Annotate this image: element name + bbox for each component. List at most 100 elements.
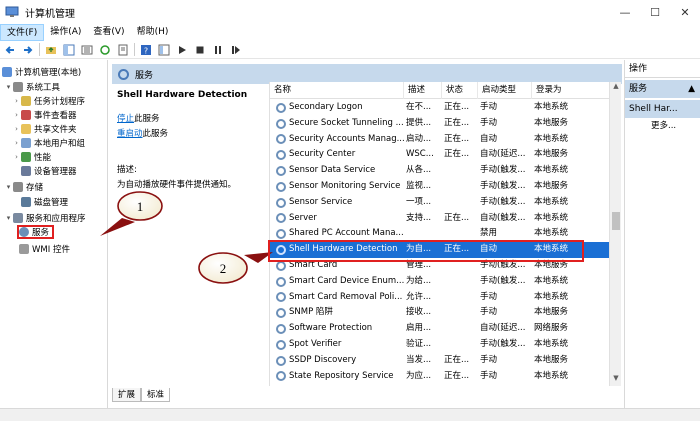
column-headers: 名称 描述 状态 启动类型 登录为	[270, 82, 609, 99]
tree-label: 性能	[34, 153, 52, 163]
table-row[interactable]: Sensor Monitoring Service 监视... 手动(触发... 本地…	[270, 179, 609, 195]
cell-name: Secure Socket Tunneling ...	[270, 116, 404, 132]
cell-startup: 手动	[480, 102, 498, 112]
list-view-icon[interactable]	[80, 43, 94, 57]
close-button[interactable]: ✕	[670, 0, 700, 24]
vertical-scrollbar[interactable]: ▲ ▼	[609, 82, 621, 386]
cell-startup: 手动(触发...	[480, 275, 526, 286]
actions-section-selected[interactable]: Shell Har...	[625, 100, 700, 118]
table-row[interactable]: Smart Card Device Enum... 为给... 手动(触发... 本地…	[270, 274, 609, 290]
more-actions-label: 更多...	[651, 121, 677, 131]
back-arrow-icon[interactable]	[3, 43, 17, 57]
table-row[interactable]: Secondary Logon 在不... 正在... 手动 本地系统	[270, 100, 609, 116]
table-row[interactable]: SNMP 陷阱 接收... 手动 本地服务	[270, 305, 609, 321]
services-panel: 服务 Shell Hardware Detection 停止此服务 重启动此服务…	[109, 60, 623, 408]
column-logon-as[interactable]: 登录为	[532, 82, 609, 99]
restart-icon[interactable]	[229, 43, 243, 57]
tree-node-wmi[interactable]: WMI 控件	[19, 242, 70, 256]
expand-arrow-icon[interactable]: ›	[12, 111, 21, 119]
table-row[interactable]: Smart Card Removal Poli... 允许... 手动 本地系统	[270, 290, 609, 306]
pause-icon[interactable]	[211, 43, 225, 57]
table-row[interactable]: Secure Socket Tunneling ... 提供... 正在... 手动 本…	[270, 116, 609, 132]
expand-arrow-icon[interactable]: ▾	[4, 183, 13, 191]
cell-desc: 启动...	[406, 133, 432, 144]
menu-help[interactable]: 帮助(H)	[131, 24, 175, 41]
tree-node-local-users[interactable]: › 本地用户和组	[12, 136, 85, 150]
column-name[interactable]: 名称	[270, 82, 404, 99]
export-list-icon[interactable]	[116, 43, 130, 57]
maximize-button[interactable]: ☐	[640, 0, 670, 24]
tree-label: 系统工具	[26, 83, 61, 93]
cell-startup: 手动(触发...	[480, 339, 526, 349]
cell-name: Server	[270, 211, 404, 227]
help-icon[interactable]: ?	[139, 43, 153, 57]
more-actions-link[interactable]: 更多...	[625, 118, 700, 134]
collapse-icon[interactable]: ▲	[688, 80, 695, 98]
table-row[interactable]: State Repository Service 为应... 正在... 手动 本地系统	[270, 369, 609, 385]
table-row[interactable]: Security Accounts Manag... 启动... 正在... 自动 本地…	[270, 132, 609, 148]
scroll-thumb[interactable]	[612, 212, 620, 230]
tree-node-performance[interactable]: › 性能	[12, 150, 51, 164]
table-row[interactable]: Software Protection 启用... 自动(延迟... 网络服务	[270, 321, 609, 337]
cell-logon: 网络服务	[534, 323, 569, 334]
tree-node-services[interactable]: 服务	[17, 225, 55, 239]
cell-desc: 从各...	[406, 165, 432, 176]
expand-arrow-icon[interactable]: ›	[12, 97, 21, 105]
up-folder-icon[interactable]	[44, 43, 58, 57]
expand-arrow-icon[interactable]: ▾	[4, 83, 13, 91]
tree-node-system-tools[interactable]: ▾ 系统工具	[4, 80, 60, 94]
minimize-button[interactable]: —	[610, 0, 640, 24]
expand-arrow-icon[interactable]: ›	[12, 139, 21, 147]
cell-logon: 本地系统	[534, 291, 569, 302]
expand-arrow-icon[interactable]: ▾	[4, 214, 13, 222]
menu-view[interactable]: 查看(V)	[87, 24, 130, 41]
tree-node-disk-management[interactable]: 磁盘管理	[12, 195, 68, 209]
properties-icon[interactable]	[157, 43, 171, 57]
start-icon[interactable]	[175, 43, 189, 57]
restart-service-link[interactable]: 重启动	[117, 129, 143, 139]
tab-standard[interactable]: 标准	[141, 388, 171, 402]
actions-section-services[interactable]: 服务 ▲	[625, 80, 700, 98]
table-row[interactable]: Sensor Data Service 从各... 手动(触发... 本地系统	[270, 163, 609, 179]
tree-node-task-scheduler[interactable]: › 任务计划程序	[12, 94, 85, 108]
cell-logon: 本地系统	[534, 339, 569, 349]
refresh-icon[interactable]	[98, 43, 112, 57]
scroll-up-icon[interactable]: ▲	[610, 82, 622, 94]
tree-node-root[interactable]: 计算机管理(本地)	[2, 65, 81, 79]
table-row[interactable]: Sensor Service 一项... 手动(触发... 本地系统	[270, 195, 609, 211]
service-name: Smart Card Removal Poli...	[289, 291, 403, 302]
services-header: 服务	[112, 64, 622, 84]
service-name: Sensor Service	[289, 196, 353, 207]
cell-desc: 提供...	[406, 117, 432, 128]
stop-service-link[interactable]: 停止	[117, 114, 134, 124]
actions-section-label: Shell Har...	[629, 104, 678, 114]
show-tree-icon[interactable]	[62, 43, 76, 57]
tree-node-shared-folders[interactable]: › 共享文件夹	[12, 122, 77, 136]
scroll-down-icon[interactable]: ▼	[610, 374, 622, 386]
menu-file[interactable]: 文件(F)	[0, 24, 45, 41]
forward-arrow-icon[interactable]	[21, 43, 35, 57]
cell-name: Smart Card Removal Poli...	[270, 290, 404, 306]
column-startup-type[interactable]: 启动类型	[478, 82, 532, 99]
stop-icon[interactable]	[193, 43, 207, 57]
table-row[interactable]: Security Center WSC... 正在... 自动(延迟... 本地服务	[270, 147, 609, 163]
table-row[interactable]: SSDP Discovery 当发... 正在... 手动 本地服务	[270, 353, 609, 369]
service-gear-icon	[276, 134, 286, 145]
svg-text:?: ?	[144, 46, 148, 55]
tree-label: 存储	[26, 183, 44, 193]
expand-arrow-icon[interactable]: ›	[12, 125, 21, 133]
tree-node-device-manager[interactable]: 设备管理器	[12, 164, 77, 178]
service-gear-icon	[276, 213, 286, 224]
table-row[interactable]: Spot Verifier 验证... 手动(触发... 本地系统	[270, 337, 609, 353]
tree-node-storage[interactable]: ▾ 存储	[4, 180, 43, 194]
folder-icon	[21, 124, 31, 134]
table-row[interactable]: Server 支持... 正在... 自动(触发... 本地系统	[270, 211, 609, 227]
tree-node-event-viewer[interactable]: › 事件查看器	[12, 108, 77, 122]
menu-action[interactable]: 操作(A)	[44, 24, 87, 41]
cell-desc: 启用...	[406, 323, 432, 334]
column-description[interactable]: 描述	[404, 82, 442, 99]
expand-arrow-icon[interactable]: ›	[12, 153, 21, 161]
tab-extended[interactable]: 扩展	[112, 388, 142, 402]
tree-node-services-and-apps[interactable]: ▾ 服务和应用程序	[4, 211, 86, 225]
column-status[interactable]: 状态	[442, 82, 478, 99]
